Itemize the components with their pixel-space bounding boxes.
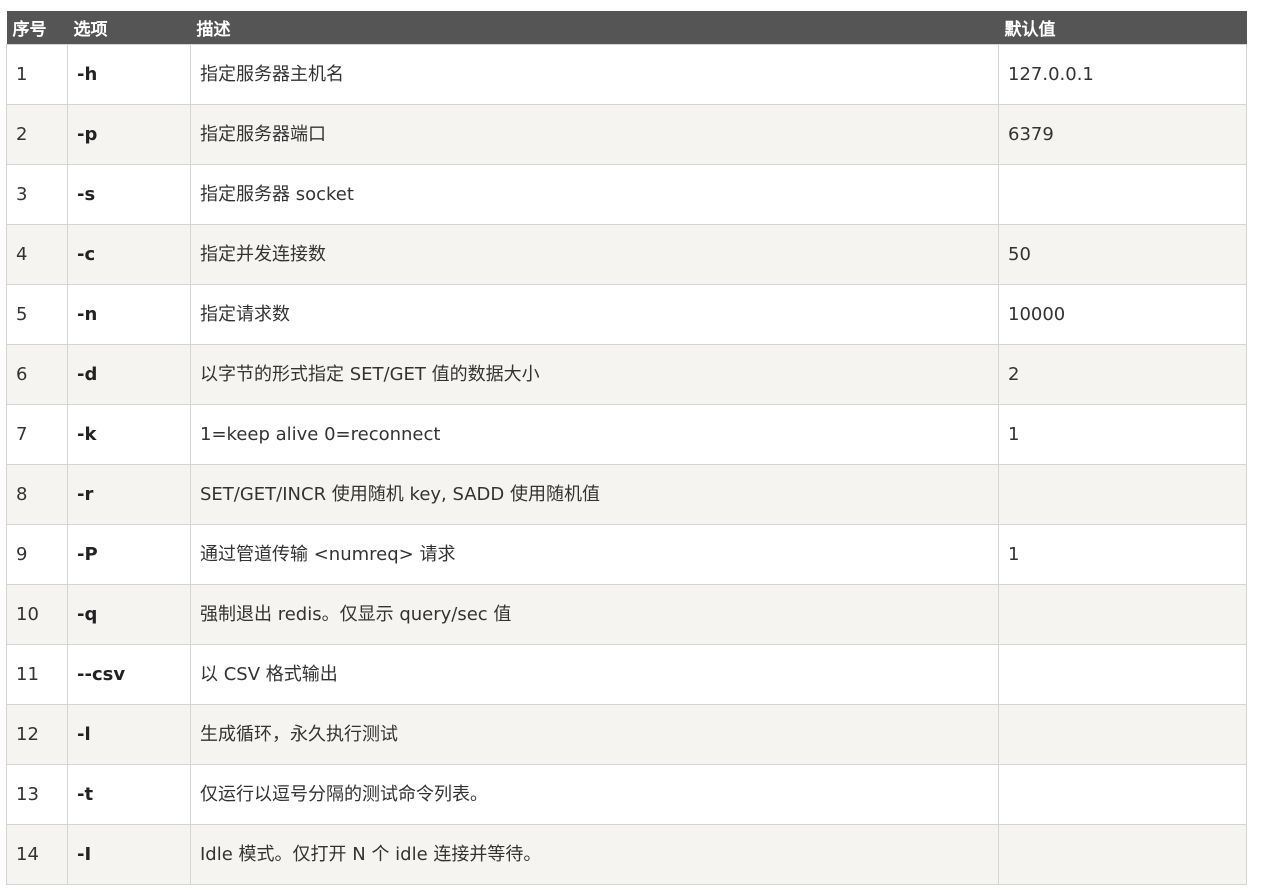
cell-description: 强制退出 redis。仅显示 query/sec 值	[190, 584, 999, 645]
cell-seq: 14	[6, 824, 68, 885]
cell-default: 6379	[998, 104, 1247, 165]
cell-description: 1=keep alive 0=reconnect	[190, 404, 999, 465]
cell-description: 指定服务器端口	[190, 104, 999, 165]
table-row: 1 -h 指定服务器主机名 127.0.0.1	[6, 44, 1247, 105]
table-row: 11 --csv 以 CSV 格式输出	[6, 644, 1247, 705]
table-row: 13 -t 仅运行以逗号分隔的测试命令列表。	[6, 764, 1247, 825]
cell-seq: 2	[6, 104, 68, 165]
cell-default: 2	[998, 344, 1247, 405]
cell-option: --csv	[67, 644, 191, 705]
cell-description: 通过管道传输 <numreq> 请求	[190, 524, 999, 585]
table-row: 3 -s 指定服务器 socket	[6, 164, 1247, 225]
cell-seq: 7	[6, 404, 68, 465]
cell-seq: 5	[6, 284, 68, 345]
header-description: 描述	[190, 11, 999, 45]
cell-seq: 4	[6, 224, 68, 285]
header-option: 选项	[67, 11, 191, 45]
cell-option: -q	[67, 584, 191, 645]
table-row: 4 -c 指定并发连接数 50	[6, 224, 1247, 285]
cell-default	[998, 704, 1247, 765]
cell-default: 1	[998, 524, 1247, 585]
cell-seq: 10	[6, 584, 68, 645]
cell-seq: 8	[6, 464, 68, 525]
cell-seq: 11	[6, 644, 68, 705]
cell-description: 仅运行以逗号分隔的测试命令列表。	[190, 764, 999, 825]
table-header: 序号 选项 描述 默认值	[6, 11, 1247, 45]
cell-option: -P	[67, 524, 191, 585]
cell-description: 指定并发连接数	[190, 224, 999, 285]
header-default: 默认值	[998, 11, 1247, 45]
cell-option: -s	[67, 164, 191, 225]
header-row: 序号 选项 描述 默认值	[6, 11, 1247, 45]
cell-option: -h	[67, 44, 191, 105]
cell-description: 生成循环，永久执行测试	[190, 704, 999, 765]
options-table-container: 序号 选项 描述 默认值 1 -h 指定服务器主机名 127.0.0.1 2 -…	[6, 11, 1247, 885]
cell-description: Idle 模式。仅打开 N 个 idle 连接并等待。	[190, 824, 999, 885]
cell-seq: 1	[6, 44, 68, 105]
cell-option: -n	[67, 284, 191, 345]
cell-seq: 9	[6, 524, 68, 585]
cell-default: 127.0.0.1	[998, 44, 1247, 105]
cell-default	[998, 464, 1247, 525]
table-row: 6 -d 以字节的形式指定 SET/GET 值的数据大小 2	[6, 344, 1247, 405]
cell-default	[998, 164, 1247, 225]
cell-option: -p	[67, 104, 191, 165]
cell-seq: 12	[6, 704, 68, 765]
table-row: 5 -n 指定请求数 10000	[6, 284, 1247, 345]
cell-option: -t	[67, 764, 191, 825]
cell-description: SET/GET/INCR 使用随机 key, SADD 使用随机值	[190, 464, 999, 525]
cell-default	[998, 584, 1247, 645]
cell-default	[998, 764, 1247, 825]
table-row: 14 -I Idle 模式。仅打开 N 个 idle 连接并等待。	[6, 824, 1247, 885]
table-row: 8 -r SET/GET/INCR 使用随机 key, SADD 使用随机值	[6, 464, 1247, 525]
cell-default	[998, 644, 1247, 705]
cell-description: 以字节的形式指定 SET/GET 值的数据大小	[190, 344, 999, 405]
cell-seq: 3	[6, 164, 68, 225]
header-seq: 序号	[6, 11, 68, 45]
cell-default: 1	[998, 404, 1247, 465]
table-row: 2 -p 指定服务器端口 6379	[6, 104, 1247, 165]
cell-option: -k	[67, 404, 191, 465]
cell-default: 50	[998, 224, 1247, 285]
table-row: 7 -k 1=keep alive 0=reconnect 1	[6, 404, 1247, 465]
table-row: 9 -P 通过管道传输 <numreq> 请求 1	[6, 524, 1247, 585]
cell-description: 指定服务器 socket	[190, 164, 999, 225]
cell-description: 以 CSV 格式输出	[190, 644, 999, 705]
table-row: 10 -q 强制退出 redis。仅显示 query/sec 值	[6, 584, 1247, 645]
table-body: 1 -h 指定服务器主机名 127.0.0.1 2 -p 指定服务器端口 637…	[6, 44, 1247, 885]
table-row: 12 -l 生成循环，永久执行测试	[6, 704, 1247, 765]
cell-seq: 13	[6, 764, 68, 825]
cell-option: -l	[67, 704, 191, 765]
cell-seq: 6	[6, 344, 68, 405]
cell-description: 指定请求数	[190, 284, 999, 345]
cell-default: 10000	[998, 284, 1247, 345]
cell-option: -I	[67, 824, 191, 885]
cell-default	[998, 824, 1247, 885]
cell-option: -d	[67, 344, 191, 405]
options-table: 序号 选项 描述 默认值 1 -h 指定服务器主机名 127.0.0.1 2 -…	[6, 11, 1247, 885]
cell-option: -c	[67, 224, 191, 285]
cell-option: -r	[67, 464, 191, 525]
cell-description: 指定服务器主机名	[190, 44, 999, 105]
